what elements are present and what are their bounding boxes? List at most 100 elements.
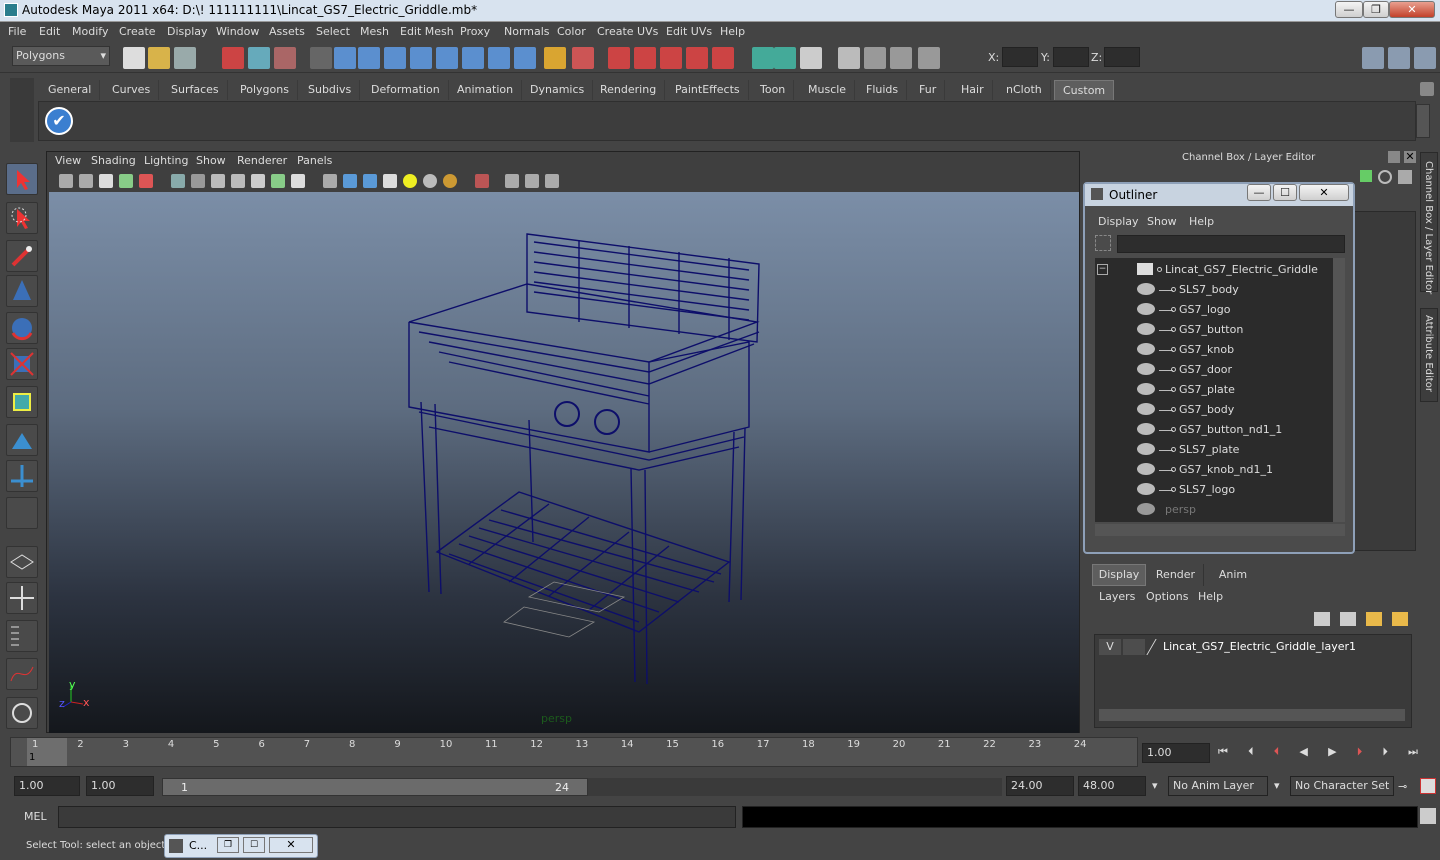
backface-culling-icon[interactable] (545, 174, 559, 188)
shelf-tab-painteffects[interactable]: PaintEffects (667, 80, 749, 100)
trash-icon[interactable] (1420, 82, 1434, 96)
shadows-icon[interactable] (443, 174, 457, 188)
shelf-tab-fluids[interactable]: Fluids (858, 80, 908, 100)
show-modeling-toolkit-icon[interactable] (918, 47, 940, 69)
key-icon[interactable] (1360, 170, 1372, 182)
go-to-end-icon[interactable]: ⏭ (1408, 745, 1418, 761)
render-settings-icon[interactable] (686, 47, 708, 69)
wireframe-icon[interactable] (323, 174, 337, 188)
xray-joints-icon[interactable] (525, 174, 539, 188)
menu-window[interactable]: Window (216, 25, 259, 38)
soft-mod-icon[interactable] (6, 424, 38, 456)
side-tab-channel-box[interactable]: Channel Box / Layer Editor (1420, 152, 1438, 294)
input-line-icon[interactable] (752, 47, 774, 69)
two-d-pan-icon[interactable] (139, 174, 153, 188)
menu-edit-uvs[interactable]: Edit UVs (666, 25, 712, 38)
history-icon[interactable] (462, 47, 484, 69)
show-manipulator-icon[interactable] (6, 460, 38, 492)
select-component-icon[interactable] (274, 47, 296, 69)
outliner-row[interactable]: GS7_knob (1095, 340, 1333, 360)
outliner-menu-show[interactable]: Show (1147, 215, 1177, 228)
character-set-dropdown[interactable]: No Character Set (1290, 776, 1394, 796)
shelf-tab-surfaces[interactable]: Surfaces (163, 80, 228, 100)
checkmark-icon[interactable]: ✔ (45, 107, 73, 135)
safe-action-icon[interactable] (271, 174, 285, 188)
shelf-tab-subdivs[interactable]: Subdivs (300, 80, 361, 100)
outliner-row[interactable]: SLS7_body (1095, 280, 1333, 300)
toggle-sidebar-icon[interactable] (1362, 47, 1384, 69)
select-tool-icon[interactable] (6, 163, 38, 195)
outliner-row[interactable]: SLS7_logo (1095, 480, 1333, 500)
xray-icon[interactable] (505, 174, 519, 188)
outliner-layout-icon[interactable] (6, 620, 38, 652)
outliner-row[interactable]: GS7_logo (1095, 300, 1333, 320)
start-time-field[interactable]: 1.00 (14, 776, 80, 796)
maximize-icon[interactable]: ☐ (243, 837, 265, 853)
all-lights-icon[interactable] (423, 174, 437, 188)
snap-curve-icon[interactable] (358, 47, 380, 69)
maximize-button[interactable]: ❐ (1363, 1, 1389, 18)
outliner-horizontal-scrollbar[interactable] (1095, 524, 1345, 536)
menu-create-uvs[interactable]: Create UVs (597, 25, 658, 38)
close-panel-icon[interactable]: ✕ (1404, 151, 1416, 163)
outliner-minimize-button[interactable]: — (1247, 184, 1271, 201)
step-back-icon[interactable]: ⏴ (1248, 745, 1254, 761)
menu-help[interactable]: Help (720, 25, 745, 38)
shelf-tab-deformation[interactable]: Deformation (363, 80, 449, 100)
relative-transform-icon[interactable] (774, 47, 796, 69)
close-button[interactable]: ✕ (1389, 1, 1435, 18)
ipr-render-icon[interactable] (660, 47, 682, 69)
shelf-tab-animation[interactable]: Animation (449, 80, 523, 100)
lock-icon[interactable] (544, 47, 566, 69)
shelf-tab-custom[interactable]: Custom (1054, 80, 1115, 100)
step-forward-icon[interactable]: ⏵ (1382, 745, 1388, 761)
minimize-button[interactable]: — (1335, 1, 1363, 18)
viewport-menu-view[interactable]: View (55, 154, 81, 167)
field-chart-icon[interactable] (251, 174, 265, 188)
menu-set-dropdown[interactable]: Polygons ▾ (12, 46, 110, 66)
smooth-shade-icon[interactable] (343, 174, 357, 188)
default-light-icon[interactable] (403, 174, 417, 188)
z-field[interactable] (1104, 47, 1140, 67)
move-tool-icon[interactable] (6, 275, 38, 307)
outliner-row[interactable]: GS7_knob_nd1_1 (1095, 460, 1333, 480)
menu-color[interactable]: Color (557, 25, 586, 38)
help-question-icon[interactable] (514, 47, 536, 69)
edit-channel-icon[interactable] (1398, 170, 1412, 184)
scene-canvas[interactable]: y x z persp (49, 192, 1079, 733)
layer-menu-layers[interactable]: Layers (1099, 590, 1135, 603)
shelf-tab-polygons[interactable]: Polygons (232, 80, 298, 100)
render-view-icon[interactable] (608, 47, 630, 69)
snap-point-icon[interactable] (384, 47, 406, 69)
four-pane-layout-icon[interactable] (6, 582, 38, 614)
menu-normals[interactable]: Normals (504, 25, 550, 38)
outliner-row[interactable]: GS7_button (1095, 320, 1333, 340)
bookmark-icon[interactable] (99, 174, 113, 188)
select-object-icon[interactable] (248, 47, 270, 69)
side-tab-attribute-editor[interactable]: Attribute Editor (1420, 308, 1438, 402)
mel-command-input[interactable] (58, 806, 736, 828)
menu-mesh[interactable]: Mesh (360, 25, 389, 38)
quick-layout-icon[interactable] (6, 697, 38, 729)
key-set-icon[interactable]: ⊸ (1398, 780, 1412, 793)
resolution-gate-icon[interactable] (211, 174, 225, 188)
last-tool-icon[interactable] (6, 497, 38, 529)
menu-edit-mesh[interactable]: Edit Mesh (400, 25, 454, 38)
collapse-icon[interactable]: − (1097, 264, 1108, 275)
outliner-row[interactable]: GS7_door (1095, 360, 1333, 380)
rotate-tool-icon[interactable] (6, 312, 38, 344)
viewport-menu-lighting[interactable]: Lighting (144, 154, 188, 167)
menu-create[interactable]: Create (119, 25, 156, 38)
paint-select-icon[interactable] (6, 240, 38, 272)
scale-tool-icon[interactable] (6, 348, 38, 380)
menu-proxy[interactable]: Proxy (460, 25, 490, 38)
shelf-tab-dynamics[interactable]: Dynamics (522, 80, 594, 100)
outliner-row[interactable]: GS7_body (1095, 400, 1333, 420)
step-back-key-icon[interactable]: ⏴ (1274, 745, 1280, 761)
select-highlight-icon[interactable] (572, 47, 594, 69)
layer-tab-display[interactable]: Display (1092, 564, 1146, 586)
menu-file[interactable]: File (8, 25, 26, 38)
outliner-row[interactable]: GS7_plate (1095, 380, 1333, 400)
shelf-tab-toon[interactable]: Toon (752, 80, 795, 100)
outliner-menu-display[interactable]: Display (1098, 215, 1139, 228)
